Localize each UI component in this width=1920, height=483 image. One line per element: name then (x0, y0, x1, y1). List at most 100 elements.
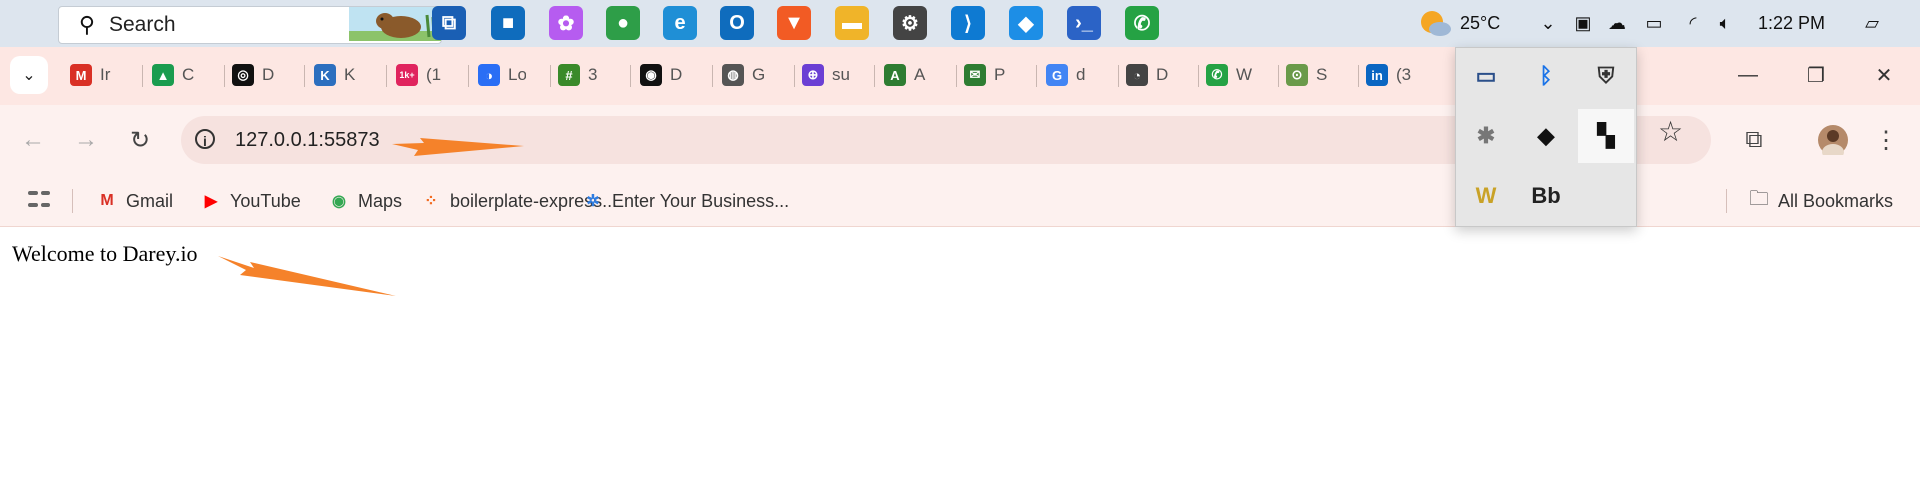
weather-temperature[interactable]: 25°C (1460, 10, 1500, 36)
tab-separator (1278, 65, 1279, 87)
url-text[interactable]: 127.0.0.1:55873 (235, 129, 380, 152)
tab-favicon-icon: ◉ (640, 64, 662, 86)
tab-title: (1 (426, 65, 442, 84)
browser-tab[interactable]: M Ir (70, 57, 118, 93)
brave-icon[interactable]: ▼ (777, 6, 811, 40)
browser-tab[interactable]: ▲ C (152, 57, 200, 93)
forward-icon[interactable]: → (66, 120, 106, 160)
chrome-icon[interactable]: ● (606, 6, 640, 40)
wifi-icon[interactable]: ◜ (1680, 10, 1706, 36)
maps-icon: ◉ (332, 193, 346, 210)
bookmark-label: Gmail (126, 190, 174, 211)
boilerplate-icon: ⁘ (424, 193, 438, 210)
notification-icon[interactable]: ▱ (1858, 10, 1886, 36)
docker-icon[interactable]: ◆ (1009, 6, 1043, 40)
bookmark-youtube[interactable]: ▶ YouTube (200, 188, 301, 214)
bookmark-maps[interactable]: ◉ Maps (328, 188, 402, 214)
browser-tab[interactable]: #3 (558, 57, 606, 93)
outlook-icon[interactable]: O (720, 6, 754, 40)
powershell-icon[interactable]: ›_ (1067, 6, 1101, 40)
all-bookmarks-label: All Bookmarks (1778, 190, 1894, 211)
extensions-icon[interactable]: ⧉ (1734, 120, 1774, 160)
tab-title: D (1156, 65, 1169, 84)
microsoft-store-icon[interactable]: ■ (491, 6, 525, 40)
tab-separator (794, 65, 795, 87)
tab-separator (142, 65, 143, 87)
reload-icon[interactable]: ↻ (120, 120, 160, 160)
browser-tab[interactable]: ◎ D (232, 57, 280, 93)
all-bookmarks-button[interactable]: 🗀︎ All Bookmarks (1748, 188, 1893, 214)
browser-tab[interactable]: ✉ P (964, 57, 1012, 93)
tray-overflow-flyout: ▭ ᛒ ⛨ ✱ ◆ ▚ W Bb (1455, 47, 1637, 227)
youtube-icon: ▶ (204, 193, 218, 210)
browser-tab[interactable]: 1k+ (1 (396, 57, 444, 93)
bookmark-enter-your-business[interactable]: ✲ Enter Your Business... (582, 188, 789, 214)
tab-title: 3 (588, 65, 598, 84)
tab-title: (3 (1396, 65, 1412, 84)
bookmark-app-icon[interactable]: ▚ (1578, 109, 1634, 163)
profile-avatar[interactable] (1818, 125, 1848, 160)
bookmark-star-icon[interactable]: ☆ (1658, 115, 1683, 148)
onedrive-cloud-icon[interactable]: ☁ (1604, 10, 1630, 36)
settings-icon[interactable]: ⚙ (893, 6, 927, 40)
close-icon[interactable]: ✕ (1864, 55, 1904, 95)
security-shield-icon[interactable]: ⛨ (1578, 49, 1634, 103)
taskbar-search-label: Search (109, 13, 176, 36)
whatsapp-icon[interactable]: ✆ (1125, 6, 1159, 40)
chrome-menu-icon[interactable]: ⋮ (1866, 120, 1906, 160)
browser-tab[interactable]: ◍ G (722, 57, 770, 93)
search-highlight-illustration (349, 7, 441, 41)
docker-icon[interactable]: ◆ (1518, 109, 1574, 163)
task-view-icon[interactable]: ⧉ (432, 6, 466, 40)
browser-tab[interactable]: in (3 (1366, 57, 1414, 93)
tab-favicon-icon: ◎ (232, 64, 254, 86)
tab-separator (956, 65, 957, 87)
camera-icon[interactable]: ▣ (1572, 10, 1594, 36)
tab-separator (1198, 65, 1199, 87)
tab-title: W (1236, 65, 1253, 84)
tab-title: D (670, 65, 683, 84)
browser-tab[interactable]: ◑ Lo (478, 57, 526, 93)
tab-favicon-icon: ◑ (478, 64, 500, 86)
tab-separator (712, 65, 713, 87)
tray-overflow-chevron-icon[interactable]: ⌄ (1536, 10, 1560, 36)
tab-separator (1036, 65, 1037, 87)
edge-icon[interactable]: e (663, 6, 697, 40)
browser-tab[interactable]: Gd (1046, 57, 1094, 93)
business-icon: ✲ (586, 193, 600, 210)
back-icon[interactable]: ← (13, 120, 53, 160)
browser-tab[interactable]: AA (884, 57, 932, 93)
tab-favicon-icon: ✆ (1206, 64, 1228, 86)
app-bb-icon[interactable]: Bb (1518, 169, 1574, 223)
restore-icon[interactable]: ❐ (1796, 55, 1836, 95)
windows-start-button[interactable] (12, 10, 38, 36)
taskbar-search-box[interactable]: ⚲ Search (58, 6, 442, 44)
browser-tab[interactable]: KK (314, 57, 362, 93)
search-icon: ⚲ (78, 12, 95, 37)
bluetooth-icon[interactable]: ᛒ (1518, 49, 1574, 103)
display-icon[interactable]: ▭ (1458, 49, 1514, 103)
bookmark-gmail[interactable]: M Gmail (96, 188, 173, 214)
copilot-icon[interactable]: ✿ (549, 6, 583, 40)
vscode-icon[interactable]: ⟩ (951, 6, 985, 40)
slack-icon[interactable]: ✱ (1458, 109, 1514, 163)
browser-tab[interactable]: ✆ W (1206, 57, 1254, 93)
browser-tab[interactable]: ⊙ S (1286, 57, 1334, 93)
tab-title: Ir (100, 65, 111, 84)
tab-search-chevron-icon[interactable]: ⌄ (10, 56, 48, 94)
volume-icon[interactable]: 🔈︎ (1712, 10, 1738, 36)
site-info-icon[interactable]: i (195, 129, 215, 149)
tab-separator (468, 65, 469, 87)
word-icon[interactable]: W (1458, 169, 1514, 223)
apps-grid-icon[interactable] (28, 188, 50, 210)
taskbar-clock[interactable]: 1:22 PM (1758, 10, 1825, 36)
browser-tab[interactable]: ◔ D (1126, 57, 1174, 93)
browser-tab[interactable]: ◉ D (640, 57, 688, 93)
file-explorer-icon[interactable]: ▬ (835, 6, 869, 40)
minimize-icon[interactable]: — (1728, 55, 1768, 95)
weather-icon[interactable] (1415, 10, 1455, 36)
browser-tab[interactable]: ⊕ su (802, 57, 850, 93)
tab-favicon-icon: ◔ (1126, 64, 1148, 86)
tab-favicon-icon: M (70, 64, 92, 86)
battery-icon[interactable]: ▭ (1640, 10, 1668, 36)
